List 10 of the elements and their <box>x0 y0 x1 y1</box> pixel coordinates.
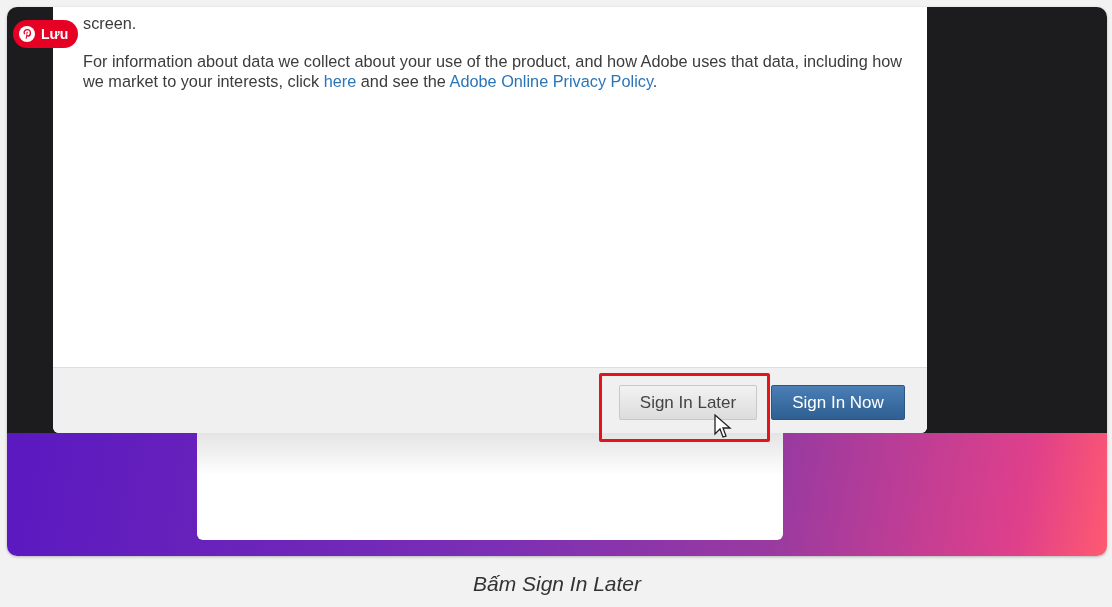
save-button[interactable]: Lưu <box>13 20 79 48</box>
link[interactable]: Adobe Online Privacy Policy <box>449 72 653 90</box>
cursor-icon <box>714 414 732 440</box>
image-caption: Bấm Sign In Later <box>471 571 643 596</box>
paragraph: screen. <box>83 13 138 33</box>
paragraph: For information about data we collect about your use of the product, and how Adobe uses that data, including how we market to your interests, click here and see the Adobe Online Privacy Policy. <box>83 51 904 91</box>
sign-in-button[interactable]: Sign In Now <box>771 385 905 420</box>
pin-icon <box>18 25 36 43</box>
link[interactable]: here <box>323 72 357 90</box>
sign-in-button[interactable]: Sign In Later <box>619 385 757 420</box>
